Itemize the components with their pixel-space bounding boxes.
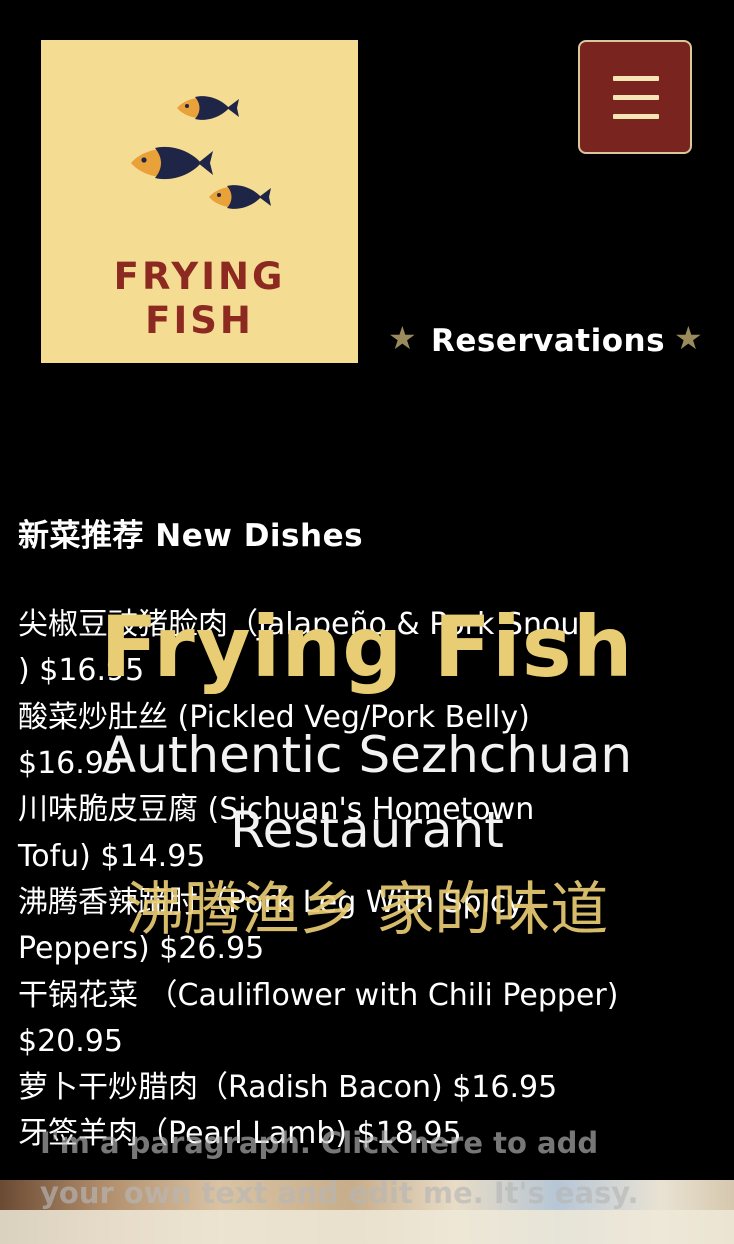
list-item: $20.95 <box>18 1024 123 1059</box>
list-item: 萝卜干炒腊肉（Radish Bacon) $16.95 <box>18 1070 558 1105</box>
hero-title: Frying Fish <box>100 598 634 696</box>
site-logo[interactable]: FRYING FISH <box>41 40 358 363</box>
menu-button[interactable] <box>578 40 692 154</box>
list-item: 干锅花菜 （Cauliflower with Chili Pepper) <box>18 978 619 1013</box>
star-icon: ★ <box>388 319 417 357</box>
paragraph-line1: I'm a paragraph. Click here to add <box>40 1126 599 1160</box>
reservations-link[interactable]: ★ Reservations ★ <box>388 318 708 366</box>
star-icon: ★ <box>674 319 703 357</box>
hero-subtitle-line2: Restaurant <box>230 801 504 859</box>
hero-subtitle-line1: Authentic Sezhchuan <box>101 726 633 784</box>
logo-line1: FRYING <box>113 255 286 298</box>
logo-line2: FISH <box>145 299 254 342</box>
placeholder-paragraph[interactable]: I'm a paragraph. Click here to add your … <box>40 1118 700 1218</box>
hero-tagline: 沸腾渔乡 家的味道 <box>125 875 609 943</box>
reservations-label: Reservations <box>431 323 666 359</box>
paragraph-line2: your own text and edit me. It's easy. <box>40 1176 639 1210</box>
new-dishes-heading: 新菜推荐 New Dishes <box>18 518 364 554</box>
